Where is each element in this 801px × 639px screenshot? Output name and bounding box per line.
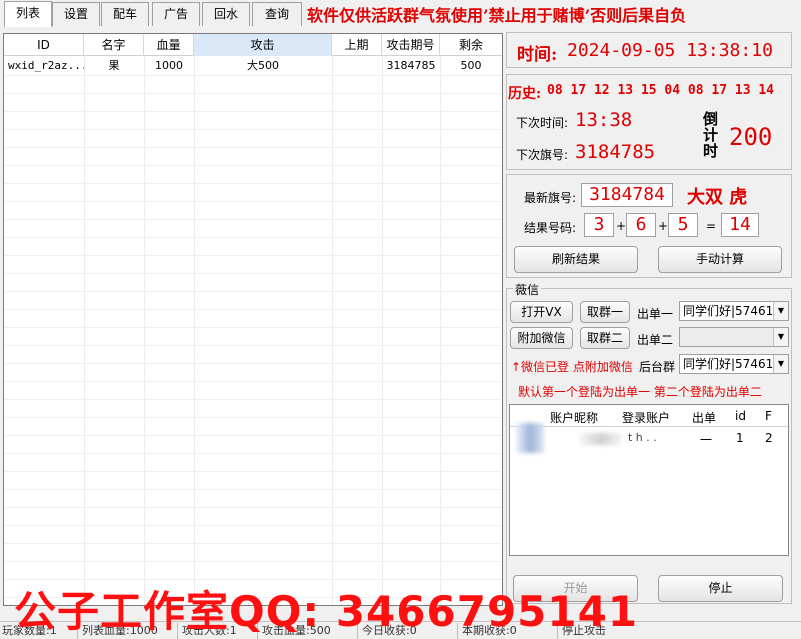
next-flag-value: 3184785 [575,141,656,163]
plus-sign-1: + [616,219,627,233]
col-attack[interactable]: 攻击 [194,34,332,56]
watermark-text: 公子工作室QQ: 3466795141 [14,587,639,636]
backend-group-value: 同学们好|57461' [683,357,777,371]
tab-query[interactable]: 查询 [252,2,302,26]
tab-rebate[interactable]: 回水 [202,2,250,26]
col-nickname[interactable]: 账户昵称 [550,409,598,426]
wechat-group: 薇信 打开VX 取群一 出单一 同学们好|57461' ▼ 附加微信 取群二 出… [506,281,792,604]
default-order-hint: 默认第一个登陆为出单一 第二个登陆为出单二 [518,385,762,399]
cell-name: 果 [108,59,120,72]
next-flag-label: 下次旗号: [516,148,569,162]
plus-sign-2: + [658,219,669,233]
out1-label: 出单一 [637,307,674,321]
tab-ads[interactable]: 广告 [152,2,200,26]
latest-flag-label: 最新旗号: [524,191,577,205]
account-out: 一 [700,433,713,447]
blurred-nickname [580,433,622,445]
countdown-value: 200 [729,123,773,151]
equals-sign: = [706,219,717,233]
result-num-2: 6 [626,213,656,237]
clock-label: 时间: [517,45,558,65]
col-id[interactable]: ID [4,34,84,56]
manual-calc-button[interactable]: 手动计算 [658,246,782,273]
clock-value: 2024-09-05 13:38:10 [567,40,773,61]
result-text: 大双 虎 [687,187,748,208]
open-vx-button[interactable]: 打开VX [510,301,573,323]
account-login: t h . . [628,431,657,444]
player-table[interactable]: ID 名字 血量 攻击 上期 攻击期号 剩余 wxid_r2az... 果 10… [3,33,503,606]
cell-id: wxid_r2az... [8,59,84,72]
history-panel: 历史: 08 17 12 13 15 04 08 17 13 14 下次时间: … [506,74,792,170]
login-hint: ↑微信已登 点附加微信 [511,360,633,374]
out1-value: 同学们好|57461' [683,304,777,318]
cell-attack: 大500 [247,59,279,72]
col-id[interactable]: id [735,409,746,423]
wechat-group-title: 薇信 [513,281,542,298]
chevron-down-icon[interactable]: ▼ [773,302,788,320]
account-f: 2 [765,431,773,445]
col-f[interactable]: F [765,409,772,423]
result-label: 结果号码: [524,221,577,235]
out2-label: 出单二 [637,333,674,347]
history-values: 08 17 12 13 15 04 08 17 13 14 [547,83,775,98]
clock-panel: 时间: 2024-09-05 13:38:10 [506,32,792,68]
avatar [516,423,544,453]
col-out[interactable]: 出单 [692,409,716,426]
chevron-down-icon[interactable]: ▼ [773,328,788,346]
tab-vehicle[interactable]: 配车 [101,2,149,26]
next-time-value: 13:38 [575,109,633,131]
col-last[interactable]: 上期 [332,34,382,56]
backend-group-label: 后台群 [639,360,676,374]
out1-select[interactable]: 同学们好|57461' ▼ [679,301,789,321]
col-hp[interactable]: 血量 [144,34,194,56]
table-row[interactable]: wxid_r2az... 果 1000 大500 3184785 500 [4,57,502,75]
account-id: 1 [736,431,744,445]
attach-wechat-button[interactable]: 附加微信 [510,327,573,349]
cell-attack-period: 3184785 [386,59,436,72]
tab-list[interactable]: 列表 [4,1,52,27]
history-label: 历史: [508,86,542,102]
col-remaining[interactable]: 剩余 [440,34,502,56]
result-sum: 14 [721,213,759,237]
col-attack-period[interactable]: 攻击期号 [382,34,440,56]
col-name[interactable]: 名字 [84,34,144,56]
get-group-2-button[interactable]: 取群二 [580,327,630,349]
cell-hp: 1000 [155,59,183,72]
accounts-table[interactable]: 账户昵称 登录账户 出单 id F t h . . 一 1 2 [509,404,789,556]
out2-select[interactable]: ▼ [679,327,789,347]
stop-button[interactable]: 停止 [658,575,783,602]
countdown-label: 倒计时 [703,110,719,160]
result-panel: 最新旗号: 3184784 大双 虎 结果号码: 3 + 6 + 5 = 14 … [506,174,792,278]
cell-last [332,57,382,75]
accounts-header: 账户昵称 登录账户 出单 id F [510,405,788,427]
latest-flag-box: 3184784 [581,183,673,207]
chevron-down-icon[interactable]: ▼ [773,355,788,373]
tab-settings[interactable]: 设置 [52,2,100,26]
result-num-1: 3 [584,213,614,237]
cell-remaining: 500 [460,59,482,72]
refresh-result-button[interactable]: 刷新结果 [514,246,638,273]
table-row[interactable]: t h . . 一 1 2 [510,423,788,453]
col-login-account[interactable]: 登录账户 [622,409,670,426]
result-num-3: 5 [668,213,698,237]
disclaimer-banner: 软件仅供活跃群气氛使用’禁止用于赌博’否则后果自负 [307,6,687,25]
next-time-label: 下次时间: [516,116,569,130]
table-header: ID 名字 血量 攻击 上期 攻击期号 剩余 [4,34,502,56]
get-group-1-button[interactable]: 取群一 [580,301,630,323]
backend-group-select[interactable]: 同学们好|57461' ▼ [679,354,789,374]
